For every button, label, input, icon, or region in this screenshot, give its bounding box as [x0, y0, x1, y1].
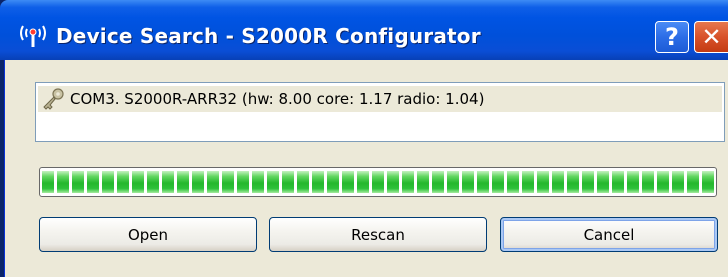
progress-segment: [72, 171, 84, 193]
progress-segment: [312, 171, 324, 193]
progress-segment: [372, 171, 384, 193]
device-label: COM3. S2000R-ARR32 (hw: 8.00 core: 1.17 …: [70, 90, 485, 108]
progress-segment: [402, 171, 414, 193]
progress-segment: [132, 171, 144, 193]
device-search-window: Device Search - S2000R Configurator ? ✕ …: [0, 0, 728, 277]
progress-segment: [552, 171, 564, 193]
progress-segment: [462, 171, 474, 193]
progress-segment: [57, 171, 69, 193]
progress-segment: [687, 171, 699, 193]
progress-segment: [387, 171, 399, 193]
radio-antenna-icon: [20, 25, 46, 47]
dialog-body: COM3. S2000R-ARR32 (hw: 8.00 core: 1.17 …: [4, 60, 728, 277]
progress-segment: [342, 171, 354, 193]
progress-segment: [117, 171, 129, 193]
progress-segment: [702, 171, 714, 193]
cancel-button[interactable]: Cancel: [500, 217, 718, 252]
progress-segment: [177, 171, 189, 193]
progress-segment: [282, 171, 294, 193]
progress-segment: [477, 171, 489, 193]
progress-segment: [267, 171, 279, 193]
progress-segment: [147, 171, 159, 193]
progress-segment: [87, 171, 99, 193]
device-list[interactable]: COM3. S2000R-ARR32 (hw: 8.00 core: 1.17 …: [35, 82, 725, 142]
progress-segment: [642, 171, 654, 193]
progress-segment: [657, 171, 669, 193]
progress-segment: [582, 171, 594, 193]
progress-segment: [102, 171, 114, 193]
progress-segment: [492, 171, 504, 193]
progress-segment: [432, 171, 444, 193]
close-icon: ✕: [701, 23, 722, 51]
rescan-button[interactable]: Rescan: [269, 217, 487, 252]
progress-segment: [537, 171, 549, 193]
list-item[interactable]: COM3. S2000R-ARR32 (hw: 8.00 core: 1.17 …: [38, 86, 722, 112]
close-button[interactable]: ✕: [694, 21, 728, 53]
progress-segment: [672, 171, 684, 193]
help-icon: ?: [665, 23, 679, 51]
open-button[interactable]: Open: [39, 217, 257, 252]
progress-segment: [417, 171, 429, 193]
help-button[interactable]: ?: [655, 21, 689, 53]
progress-segment: [162, 171, 174, 193]
progress-segment: [597, 171, 609, 193]
progress-segment: [612, 171, 624, 193]
search-progress-bar: [39, 167, 717, 197]
progress-segment: [507, 171, 519, 193]
window-title: Device Search - S2000R Configurator: [56, 24, 481, 48]
progress-segment: [252, 171, 264, 193]
progress-segment: [237, 171, 249, 193]
title-bar[interactable]: Device Search - S2000R Configurator ? ✕: [0, 0, 728, 60]
progress-segment: [327, 171, 339, 193]
progress-segment: [297, 171, 309, 193]
progress-segment: [207, 171, 219, 193]
progress-segment: [627, 171, 639, 193]
progress-fill: [42, 171, 714, 193]
progress-segment: [357, 171, 369, 193]
key-icon: [43, 88, 64, 110]
progress-segment: [192, 171, 204, 193]
progress-segment: [42, 171, 54, 193]
progress-segment: [222, 171, 234, 193]
progress-segment: [522, 171, 534, 193]
progress-segment: [447, 171, 459, 193]
progress-segment: [567, 171, 579, 193]
